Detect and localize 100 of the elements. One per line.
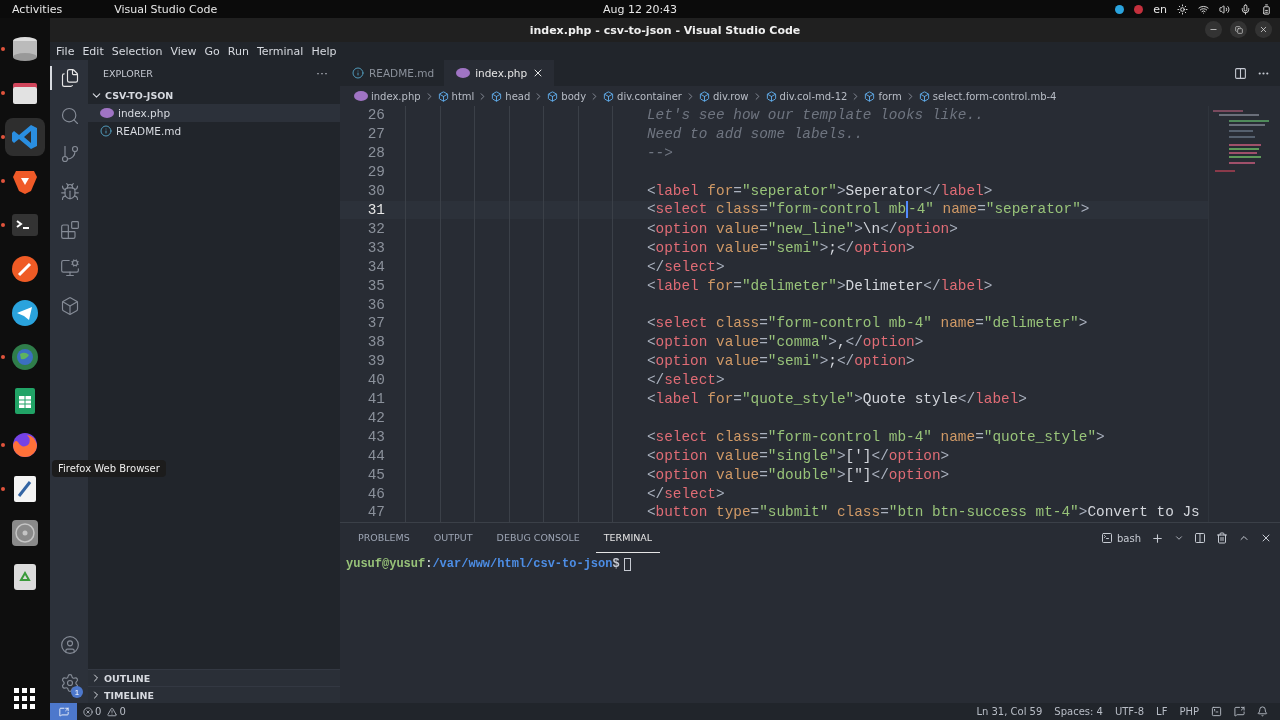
menu-item[interactable]: Help	[307, 44, 341, 58]
menu-item[interactable]: File	[52, 44, 79, 58]
menu-item[interactable]: Selection	[107, 44, 167, 58]
explorer-entry[interactable]: README.md	[88, 122, 340, 140]
line-number: 44	[366, 447, 385, 464]
line-number: 43	[366, 428, 385, 445]
minimize-button[interactable]	[1205, 21, 1222, 38]
breadcrumb[interactable]: index.php	[354, 90, 421, 102]
warning-count[interactable]: 0	[107, 706, 132, 717]
breadcrumb[interactable]: head	[491, 90, 531, 102]
menu-item[interactable]: Terminal	[252, 44, 308, 58]
close-icon	[1259, 25, 1268, 34]
folder-row[interactable]: CSV-TO-JSON	[88, 86, 340, 104]
panel-tab[interactable]: OUTPUT	[425, 523, 481, 553]
running-dot	[1, 179, 5, 183]
status-item[interactable]: Spaces: 4	[1048, 706, 1109, 717]
search-icon	[60, 106, 80, 126]
notification-badge: 1	[71, 686, 83, 698]
breadcrumb[interactable]: html	[437, 90, 475, 102]
code-line: </select>	[646, 372, 725, 389]
cube-icon	[547, 90, 559, 102]
section-header[interactable]: OUTLINE	[88, 669, 340, 686]
dropdown-icon[interactable]	[1174, 533, 1184, 543]
explorer-icon	[60, 68, 80, 88]
breadcrumb[interactable]: div.container	[603, 90, 682, 102]
branch-icon	[60, 144, 80, 164]
terminal-selector[interactable]: bash	[1100, 532, 1141, 544]
cube-icon	[603, 90, 615, 102]
sidebar-title: EXPLORER	[103, 67, 153, 79]
paper-plane-icon[interactable]	[10, 298, 40, 328]
panel-tab[interactable]: PROBLEMS	[350, 523, 418, 553]
trash-icon[interactable]	[1216, 532, 1228, 544]
error-count[interactable]: 0	[77, 706, 108, 717]
code-line: <option value="comma">,</option>	[646, 334, 924, 351]
settings-icon	[60, 673, 80, 693]
app-name[interactable]: Visual Studio Code	[114, 2, 218, 16]
menu-item[interactable]: Go	[200, 44, 224, 58]
breadcrumb[interactable]: body	[547, 90, 587, 102]
status-item[interactable]: LF	[1150, 706, 1174, 717]
settings-button[interactable]: 1	[50, 671, 88, 695]
breadcrumb[interactable]: form	[864, 90, 902, 102]
explorer-entry[interactable]: index.php	[88, 104, 340, 122]
line-number: 34	[366, 258, 385, 275]
line-number: 37	[366, 315, 385, 332]
more-button[interactable]: ···	[316, 66, 328, 80]
new-terminal-icon[interactable]	[1151, 531, 1164, 545]
line-number: 35	[366, 277, 385, 294]
volume-icon[interactable]	[1219, 3, 1230, 15]
layout-icon[interactable]	[1211, 706, 1222, 717]
cube-icon	[918, 90, 930, 102]
wifi-icon[interactable]	[1198, 3, 1209, 15]
microphone-icon[interactable]	[1240, 3, 1251, 15]
code-line: <label for="delimeter">Delimeter</label>	[646, 277, 993, 294]
menu-item[interactable]: Edit	[78, 44, 108, 58]
restore-button[interactable]	[1230, 21, 1247, 38]
battery-icon[interactable]	[1261, 3, 1272, 15]
error-icon	[83, 706, 93, 717]
cube-icon	[437, 90, 449, 102]
running-dot	[1, 47, 5, 51]
breadcrumb[interactable]: div.col-md-12	[765, 90, 848, 102]
cube-icon	[864, 90, 876, 102]
editor-tab[interactable]: index.php	[444, 60, 555, 86]
code-line: <option value="double">["]</option>	[646, 466, 950, 483]
breadcrumb[interactable]: select.form-control.mb-4	[918, 90, 1057, 102]
code-line: <option value="semi">;</option>	[646, 353, 915, 370]
breadcrumb[interactable]: div.row	[698, 90, 749, 102]
status-item[interactable]: UTF-8	[1108, 706, 1151, 717]
cube-icon	[698, 90, 710, 102]
status-item[interactable]: PHP	[1173, 706, 1205, 717]
notification-icon[interactable]	[1257, 706, 1268, 717]
globe-icon[interactable]	[10, 342, 40, 372]
line-number: 32	[366, 220, 385, 237]
menu-item[interactable]: View	[166, 44, 201, 58]
split-terminal-icon[interactable]	[1194, 532, 1206, 544]
running-dot	[1, 135, 5, 139]
panel-tab[interactable]: TERMINAL	[595, 523, 661, 553]
database-icon[interactable]	[10, 34, 40, 64]
menu-item[interactable]: Run	[223, 44, 253, 58]
code-line: -->	[646, 145, 673, 162]
code-line: </select>	[646, 485, 725, 502]
code-line: <option value="semi">;</option>	[646, 239, 915, 256]
app-grid-icon[interactable]	[14, 688, 36, 710]
activities-button[interactable]: Activities	[12, 2, 63, 16]
section-header[interactable]: TIMELINE	[88, 686, 340, 703]
brightness-icon[interactable]	[1177, 3, 1188, 15]
keyboard-layout[interactable]: en	[1153, 2, 1167, 16]
close-button[interactable]	[1255, 21, 1272, 38]
info-icon	[100, 125, 112, 137]
line-number: 26	[366, 107, 385, 124]
split-editor-icon[interactable]	[1234, 66, 1247, 80]
cube-icon	[765, 90, 777, 102]
close-icon[interactable]	[1260, 532, 1272, 544]
clock[interactable]: Aug 12 20:43	[602, 2, 678, 16]
feedback-icon[interactable]	[1234, 706, 1245, 717]
status-item[interactable]: Ln 31, Col 59	[970, 706, 1049, 717]
monitor-icon	[60, 258, 80, 278]
code-editor-icon[interactable]	[10, 122, 40, 152]
line-number: 31	[366, 202, 385, 218]
code-line: Let's see how our template looks like..	[646, 107, 984, 124]
panel-tab[interactable]: DEBUG CONSOLE	[488, 523, 588, 553]
